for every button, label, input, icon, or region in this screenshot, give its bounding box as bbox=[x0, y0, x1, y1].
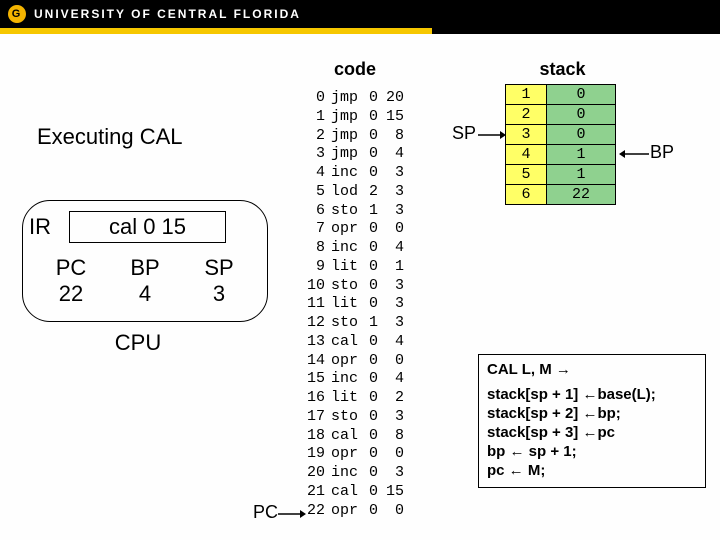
ir-value: cal 0 15 bbox=[69, 211, 226, 243]
pseudocode-line: stack[sp + 1] ←base(L); bbox=[487, 386, 697, 403]
pseudocode-line: bp ← sp + 1; bbox=[487, 443, 697, 460]
pc-label: PC bbox=[34, 255, 108, 281]
pseudocode-line: pc ← M; bbox=[487, 462, 697, 479]
stack-heading: stack bbox=[505, 59, 620, 80]
code-row: 10sto03 bbox=[295, 277, 404, 296]
code-row: 12sto13 bbox=[295, 314, 404, 333]
code-row: 5lod23 bbox=[295, 183, 404, 202]
stack-row: 622 bbox=[506, 185, 616, 205]
cpu-box: IR cal 0 15 PC BP SP 22 4 3 bbox=[22, 200, 268, 322]
pseudocode-box: CAL L, M → stack[sp + 1] ←base(L); stack[… bbox=[478, 354, 706, 488]
stack-row: 41 bbox=[506, 145, 616, 165]
bp-marker: BP bbox=[650, 142, 674, 163]
code-row: 2jmp08 bbox=[295, 127, 404, 146]
code-row: 13cal04 bbox=[295, 333, 404, 352]
pc-arrow-icon bbox=[278, 507, 306, 525]
cpu-area: Executing CAL IR cal 0 15 PC BP SP 22 4 … bbox=[22, 124, 272, 356]
brand-text: UNIVERSITY OF CENTRAL FLORIDA bbox=[34, 7, 301, 21]
ir-label: IR bbox=[29, 214, 69, 240]
code-row: 22opr00 bbox=[295, 502, 404, 521]
code-row: 1jmp015 bbox=[295, 108, 404, 127]
stack-row: 51 bbox=[506, 165, 616, 185]
code-row: 0jmp020 bbox=[295, 89, 404, 108]
bp-value: 4 bbox=[108, 281, 182, 307]
code-row: 7opr00 bbox=[295, 220, 404, 239]
code-row: 15inc04 bbox=[295, 370, 404, 389]
code-row: 21cal015 bbox=[295, 483, 404, 502]
code-row: 17sto03 bbox=[295, 408, 404, 427]
code-row: 6sto13 bbox=[295, 202, 404, 221]
bp-arrow-icon bbox=[617, 147, 649, 165]
pc-value: 22 bbox=[34, 281, 108, 307]
brand-bar: G UNIVERSITY OF CENTRAL FLORIDA bbox=[0, 0, 720, 28]
sp-value: 3 bbox=[182, 281, 256, 307]
code-row: 8inc04 bbox=[295, 239, 404, 258]
slide-content: code stack Executing CAL IR cal 0 15 PC … bbox=[0, 34, 720, 540]
code-heading: code bbox=[295, 59, 415, 80]
code-row: 14opr00 bbox=[295, 352, 404, 371]
cpu-label: CPU bbox=[22, 330, 254, 356]
sp-arrow-icon bbox=[478, 128, 506, 146]
code-row: 11lit03 bbox=[295, 295, 404, 314]
code-row: 20inc03 bbox=[295, 464, 404, 483]
stack-row: 10 bbox=[506, 85, 616, 105]
pseudocode-line: stack[sp + 2] ←bp; bbox=[487, 405, 697, 422]
executing-label: Executing CAL bbox=[37, 124, 272, 150]
stack-row: 30 bbox=[506, 125, 616, 145]
sp-label: SP bbox=[182, 255, 256, 281]
code-row: 18cal08 bbox=[295, 427, 404, 446]
code-listing: 0jmp0201jmp0152jmp083jmp044inc035lod236s… bbox=[295, 89, 404, 520]
pc-marker: PC bbox=[253, 502, 278, 523]
code-row: 4inc03 bbox=[295, 164, 404, 183]
pseudocode-title: CAL L, M → bbox=[487, 361, 697, 378]
brand-logo: G bbox=[8, 5, 26, 23]
code-row: 19opr00 bbox=[295, 445, 404, 464]
stack-table: 1020304151622 bbox=[505, 84, 616, 205]
stack-row: 20 bbox=[506, 105, 616, 125]
code-row: 16lit02 bbox=[295, 389, 404, 408]
code-row: 3jmp04 bbox=[295, 145, 404, 164]
pseudocode-line: stack[sp + 3] ←pc bbox=[487, 424, 697, 441]
bp-label: BP bbox=[108, 255, 182, 281]
sp-marker: SP bbox=[452, 123, 476, 144]
code-row: 9lit01 bbox=[295, 258, 404, 277]
